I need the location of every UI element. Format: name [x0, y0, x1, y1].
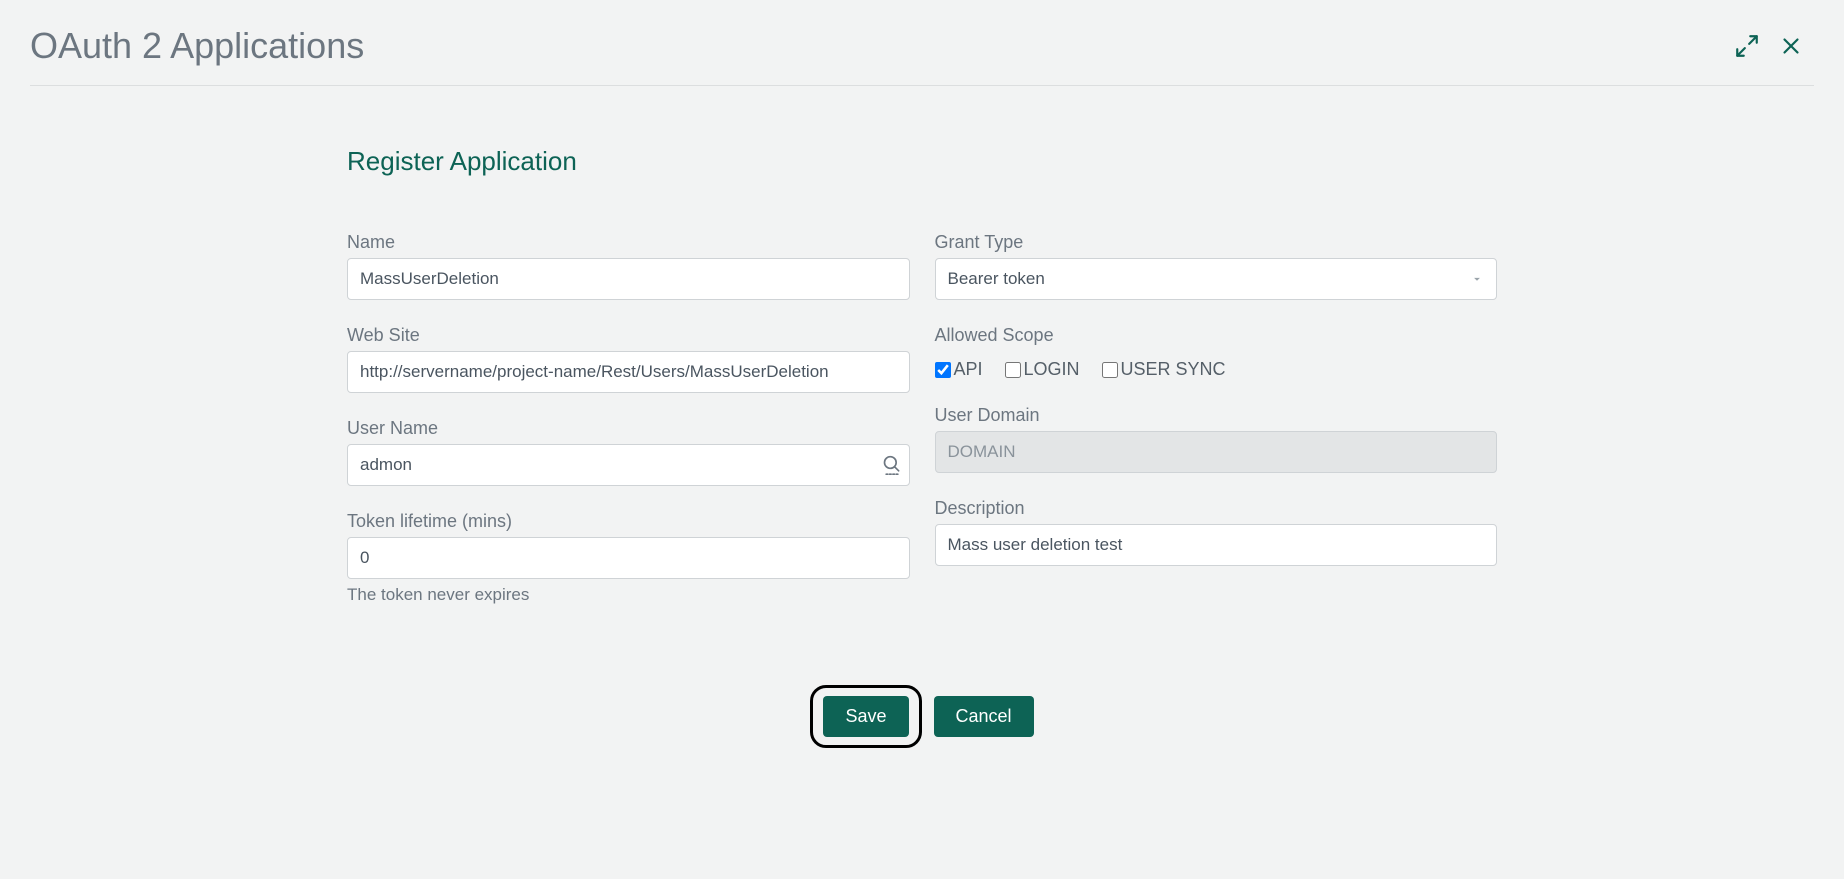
- user-name-label: User Name: [347, 418, 910, 439]
- web-site-input[interactable]: [347, 351, 910, 393]
- search-icon[interactable]: [882, 454, 902, 476]
- page-header: OAuth 2 Applications: [30, 25, 1814, 86]
- name-input[interactable]: [347, 258, 910, 300]
- section-title: Register Application: [347, 146, 1497, 177]
- scope-user-sync-checkbox[interactable]: [1102, 362, 1118, 378]
- user-name-input[interactable]: [347, 444, 910, 486]
- web-site-label: Web Site: [347, 325, 910, 346]
- user-domain-label: User Domain: [935, 405, 1498, 426]
- description-input[interactable]: [935, 524, 1498, 566]
- scope-api-label: API: [954, 359, 983, 380]
- save-button-highlight: Save: [810, 685, 921, 748]
- scope-user-sync-label: USER SYNC: [1121, 359, 1226, 380]
- scope-login-checkbox[interactable]: [1005, 362, 1021, 378]
- chevron-down-icon: [1470, 272, 1484, 286]
- grant-type-select[interactable]: Bearer token: [935, 258, 1498, 300]
- page-title: OAuth 2 Applications: [30, 25, 364, 67]
- button-row: Save Cancel: [347, 685, 1497, 748]
- grant-type-label: Grant Type: [935, 232, 1498, 253]
- allowed-scope-label: Allowed Scope: [935, 325, 1498, 346]
- scope-login[interactable]: LOGIN: [1005, 359, 1080, 380]
- scope-login-label: LOGIN: [1024, 359, 1080, 380]
- close-icon[interactable]: [1778, 33, 1804, 59]
- expand-icon[interactable]: [1734, 33, 1760, 59]
- cancel-button[interactable]: Cancel: [934, 696, 1034, 737]
- save-button[interactable]: Save: [823, 696, 908, 737]
- token-lifetime-input[interactable]: [347, 537, 910, 579]
- scope-api[interactable]: API: [935, 359, 983, 380]
- scope-user-sync[interactable]: USER SYNC: [1102, 359, 1226, 380]
- token-lifetime-helper: The token never expires: [347, 585, 910, 605]
- register-application-form: Register Application Name Web Site User …: [347, 146, 1497, 748]
- scope-api-checkbox[interactable]: [935, 362, 951, 378]
- grant-type-value: Bearer token: [948, 259, 1045, 299]
- name-label: Name: [347, 232, 910, 253]
- user-domain-readonly: DOMAIN: [935, 431, 1498, 473]
- description-label: Description: [935, 498, 1498, 519]
- header-icons: [1734, 33, 1814, 59]
- token-lifetime-label: Token lifetime (mins): [347, 511, 910, 532]
